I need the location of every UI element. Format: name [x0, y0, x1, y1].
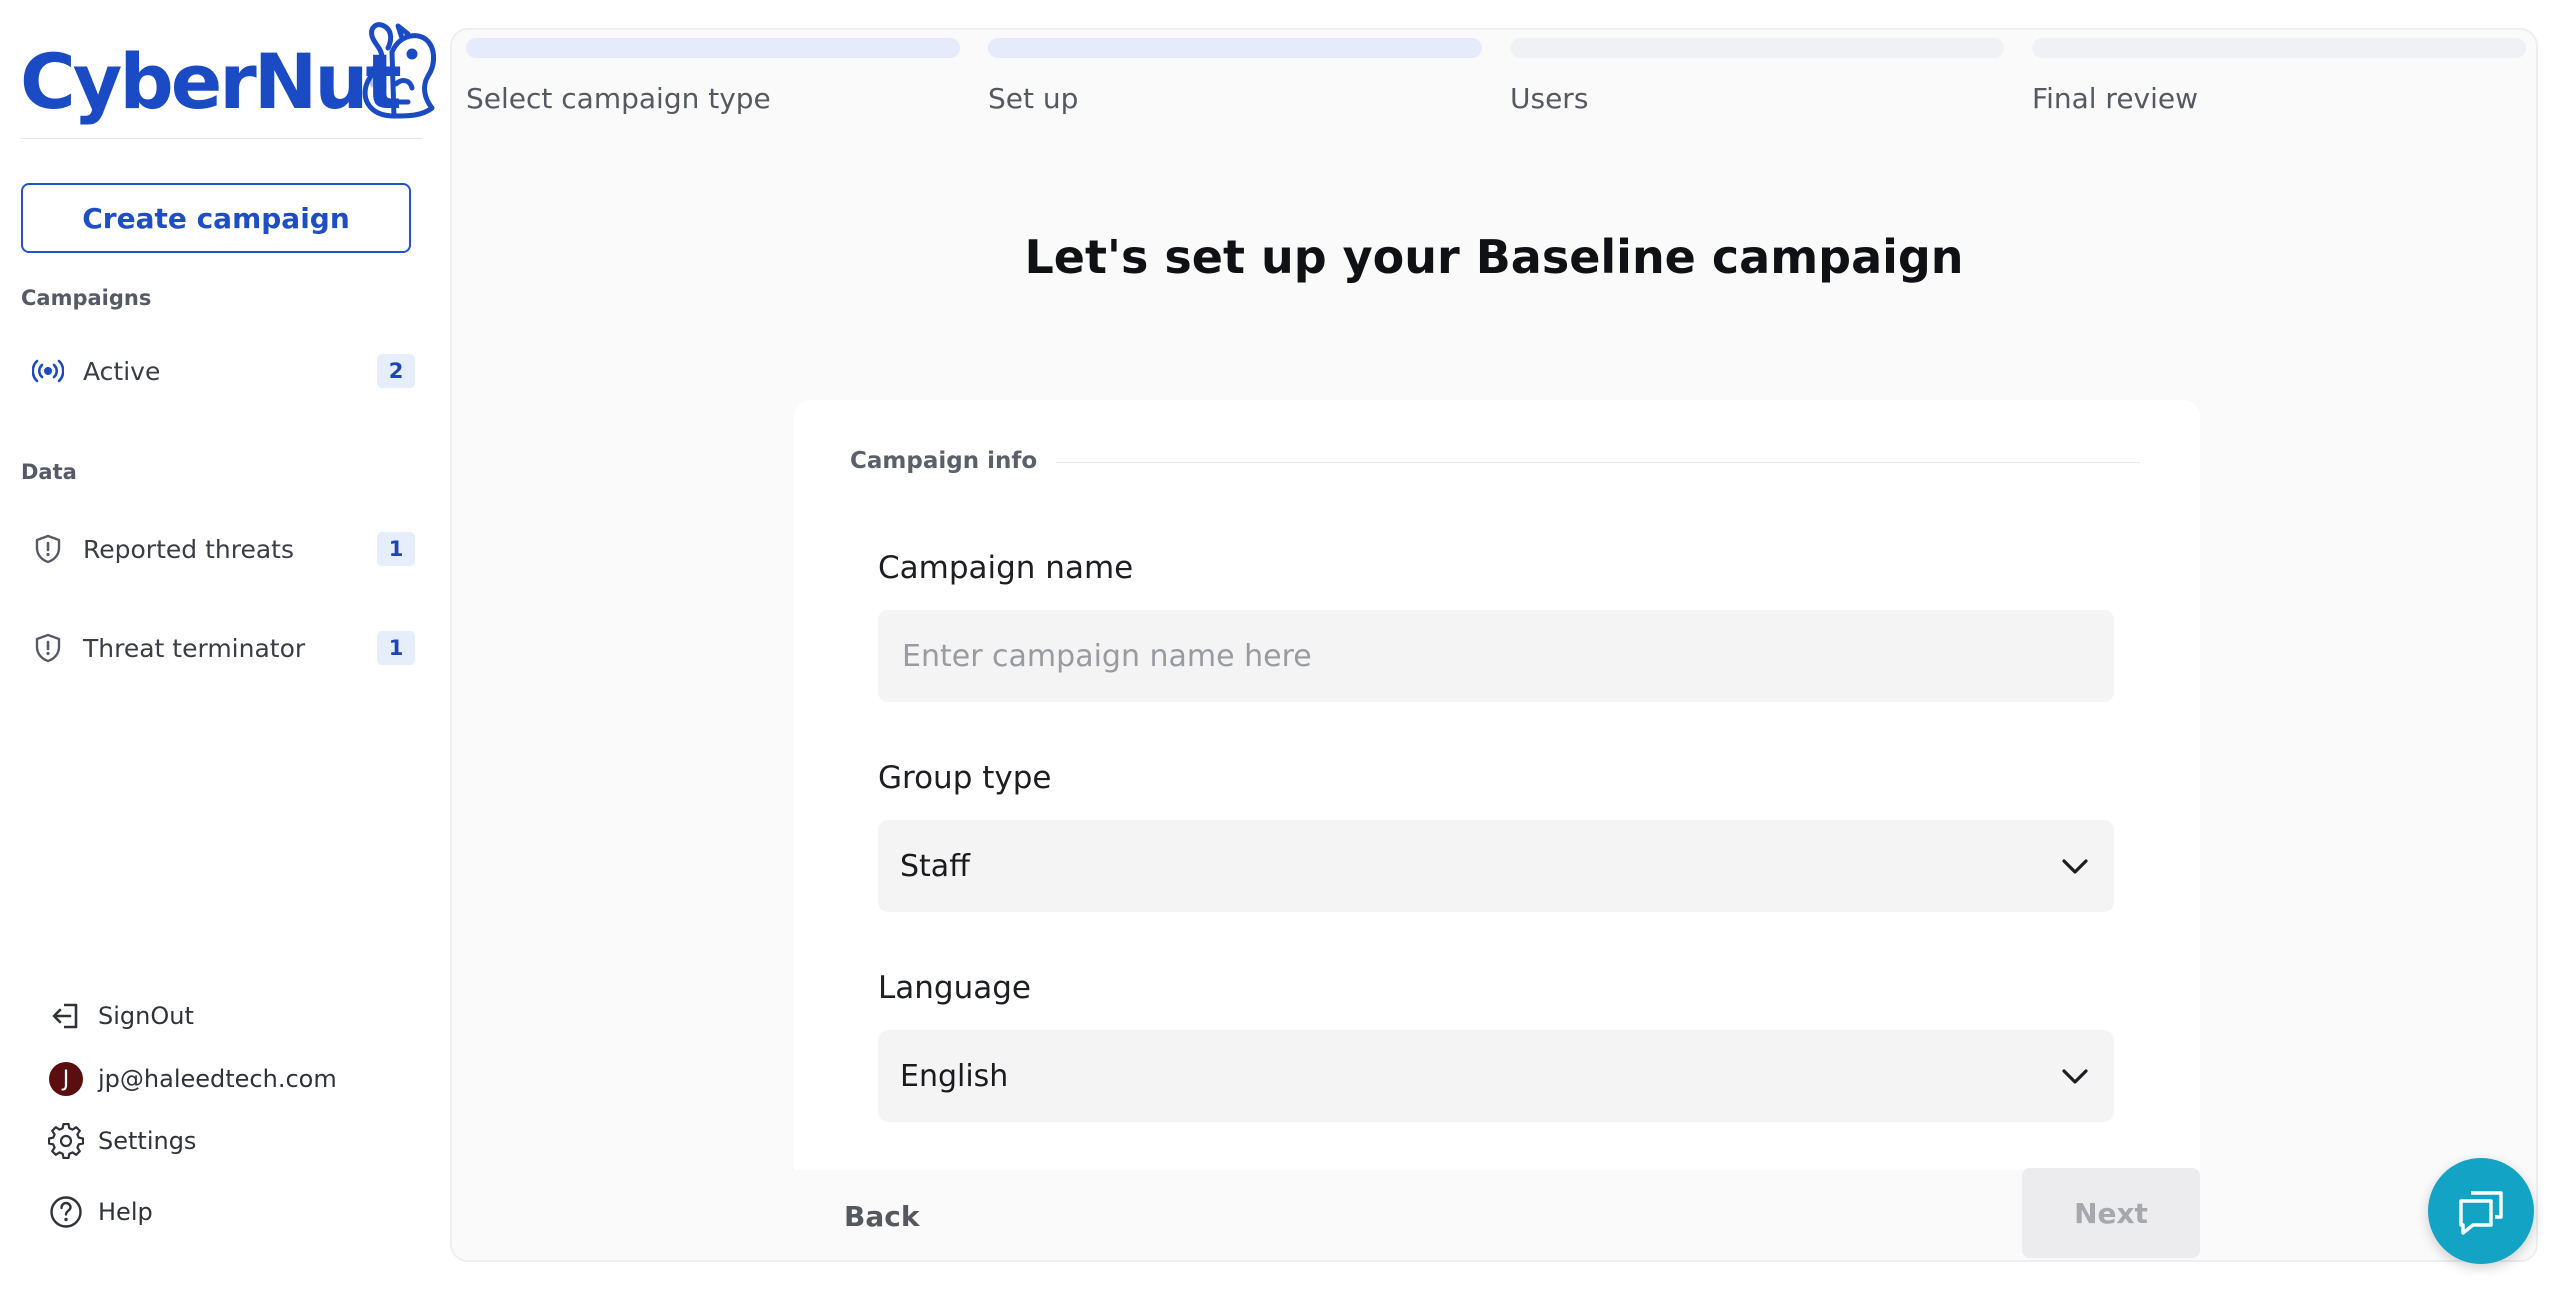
logo-divider — [20, 138, 422, 139]
create-campaign-button[interactable]: Create campaign — [21, 183, 411, 253]
shield-alert-icon — [31, 631, 65, 665]
count-badge: 1 — [377, 532, 415, 566]
campaign-name-field[interactable] — [878, 610, 2114, 702]
step-select-campaign-type[interactable]: Select campaign type — [466, 38, 960, 115]
step-set-up[interactable]: Set up — [988, 38, 1482, 115]
campaign-name-label: Campaign name — [878, 550, 1134, 586]
group-type-label: Group type — [878, 760, 1052, 796]
group-type-value: Staff — [900, 848, 970, 884]
sidebar-item-reported-threats[interactable]: Reported threats 1 — [21, 520, 415, 578]
sidebar-item-label: Active — [83, 356, 161, 386]
count-badge: 1 — [377, 631, 415, 665]
settings-link[interactable]: Settings — [46, 1119, 196, 1163]
step-final-review[interactable]: Final review — [2032, 38, 2526, 115]
back-button[interactable]: Back — [844, 1200, 919, 1233]
broadcast-icon — [31, 354, 65, 388]
campaigns-section-label: Campaigns — [21, 286, 152, 310]
step-label: Users — [1510, 82, 1589, 115]
chat-icon — [2459, 1191, 2503, 1235]
step-label: Select campaign type — [466, 82, 771, 115]
avatar-wrapper: J — [46, 1059, 86, 1099]
help-label: Help — [98, 1198, 153, 1226]
next-button[interactable]: Next — [2022, 1168, 2200, 1258]
step-progress-bar — [1510, 38, 2004, 58]
wizard-footer — [452, 1170, 2536, 1260]
signout-icon — [46, 996, 86, 1036]
step-users[interactable]: Users — [1510, 38, 2004, 115]
user-email: jp@haleedtech.com — [98, 1065, 337, 1093]
signout-link[interactable]: SignOut — [46, 994, 194, 1038]
help-link[interactable]: Help — [46, 1190, 153, 1234]
group-type-select[interactable]: Staff — [878, 820, 2114, 912]
user-account[interactable]: J jp@haleedtech.com — [46, 1057, 337, 1101]
step-label: Set up — [988, 82, 1079, 115]
chat-support-button[interactable] — [2428, 1158, 2534, 1264]
legend-divider — [1056, 462, 2140, 463]
card-legend: Campaign info — [850, 448, 1038, 474]
chevron-down-icon — [2062, 1069, 2088, 1084]
campaign-name-input[interactable] — [900, 637, 2092, 675]
sidebar-item-label: Reported threats — [83, 534, 294, 564]
step-progress-bar — [466, 38, 960, 58]
data-section-label: Data — [21, 460, 77, 484]
chevron-down-icon — [2062, 859, 2088, 874]
step-progress-bar — [2032, 38, 2526, 58]
help-icon — [46, 1192, 86, 1232]
campaign-wizard: Select campaign type Set up Users Final … — [450, 28, 2538, 1262]
sidebar-item-label: Threat terminator — [83, 633, 306, 663]
sidebar-item-active[interactable]: Active 2 — [21, 342, 415, 400]
signout-label: SignOut — [98, 1002, 194, 1030]
count-badge: 2 — [377, 354, 415, 388]
avatar: J — [49, 1062, 83, 1096]
settings-label: Settings — [98, 1127, 197, 1155]
gear-icon — [46, 1121, 86, 1161]
language-value: English — [900, 1058, 1009, 1094]
sidebar: CyberNut Create campaign Campaigns Activ… — [0, 0, 440, 1292]
shield-alert-icon — [31, 532, 65, 566]
language-label: Language — [878, 970, 1031, 1006]
page-title: Let's set up your Baseline campaign — [1024, 230, 1964, 284]
sidebar-item-threat-terminator[interactable]: Threat terminator 1 — [21, 619, 415, 677]
step-progress-bar — [988, 38, 1482, 58]
campaign-info-card: Campaign info Campaign name Group type S… — [794, 400, 2200, 1200]
cybernut-logo[interactable]: CyberNut — [20, 18, 436, 136]
step-label: Final review — [2032, 82, 2199, 115]
language-select[interactable]: English — [878, 1030, 2114, 1122]
squirrel-logo-icon — [362, 22, 436, 119]
